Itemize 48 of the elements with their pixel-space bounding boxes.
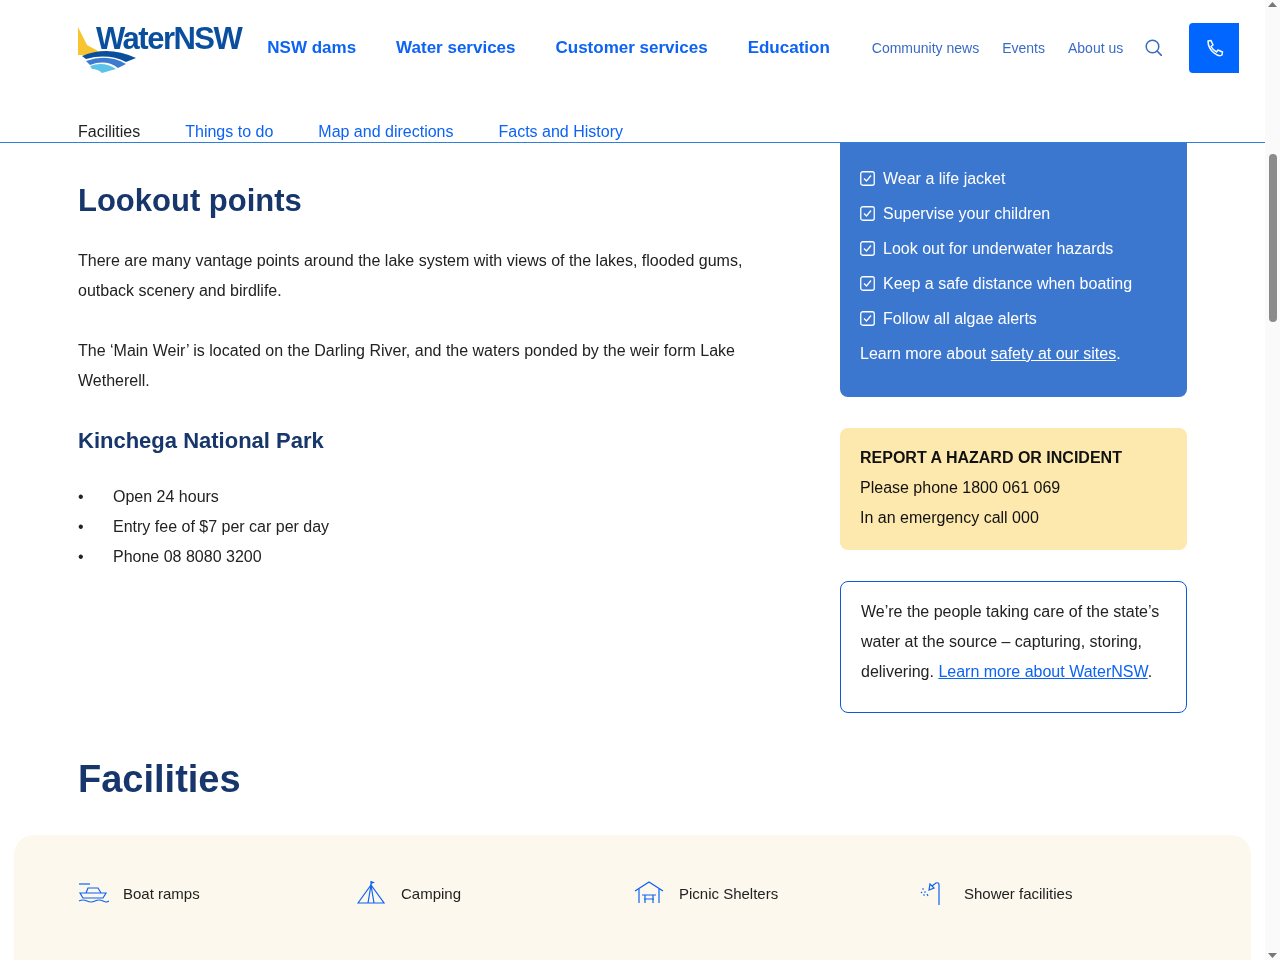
search-icon[interactable] <box>1145 39 1163 56</box>
nav-link[interactable]: NSW dams <box>267 37 357 58</box>
scrollbar-thumb[interactable] <box>1268 154 1277 322</box>
facility-label: Boat ramps <box>123 884 200 902</box>
logo[interactable]: WaterNSW <box>74 20 242 57</box>
safety-tip: Look out for underwater hazards <box>883 239 1114 258</box>
phone-icon <box>1204 38 1224 57</box>
section-heading: Lookout points <box>78 183 303 219</box>
safety-note: Learn more about safety at our sites. <box>860 344 1122 364</box>
bullet-mark: • <box>78 487 85 507</box>
tab[interactable]: Facilities <box>78 123 141 141</box>
tab[interactable]: Map and directions <box>318 123 454 141</box>
nav-link[interactable]: Education <box>747 37 830 58</box>
nav-link[interactable]: Events <box>1002 39 1045 56</box>
tent-icon <box>356 880 387 906</box>
list-item: Open 24 hours <box>113 487 219 507</box>
bullet-mark: • <box>78 517 85 537</box>
nav-link[interactable]: Community news <box>871 39 980 56</box>
nav-link[interactable]: About us <box>1068 39 1124 56</box>
tab[interactable]: Things to do <box>185 123 274 141</box>
boat-icon <box>78 880 109 906</box>
paragraph: There are many vantage points around the lake system with views of the lakes, flooded gums, outback scenery and birdlife. <box>78 251 744 301</box>
nav-link[interactable]: Water services <box>396 37 516 58</box>
scroll-down-icon <box>1265 951 1280 960</box>
list-item: Entry fee of $7 per car per day <box>113 517 330 537</box>
about-text: We’re the people taking care of the state’s water at the source – capturing, storing, delivering. Learn more about WaterNSW. <box>861 603 1160 680</box>
list-item: Phone 08 8080 3200 <box>113 547 262 567</box>
section-heading: Facilities <box>78 757 242 802</box>
about-link[interactable]: Learn more about WaterNSW <box>938 663 1148 680</box>
card-text: In an emergency call 000 <box>860 508 1040 528</box>
phone-button[interactable] <box>1189 22 1240 73</box>
safety-tip: Supervise your children <box>883 204 1051 223</box>
facility-label: Picnic Shelters <box>679 884 779 902</box>
card-title: REPORT A HAZARD OR INCIDENT <box>860 448 1123 468</box>
safety-tip: Follow all algae alerts <box>883 309 1037 328</box>
paragraph: The ‘Main Weir’ is located on the Darling River, and the waters ponded by the weir form Lake Wetherell. <box>78 341 736 391</box>
nav-link[interactable]: Customer services <box>555 37 708 58</box>
safety-tip: Keep a safe distance when boating <box>883 274 1133 293</box>
tab[interactable]: Facts and History <box>498 123 623 141</box>
facility-label: Shower facilities <box>964 884 1073 902</box>
bullet-mark: • <box>78 547 85 567</box>
card-text: Please phone 1800 061 069 <box>860 478 1062 498</box>
safety-link[interactable]: safety at our sites <box>990 345 1117 362</box>
safety-tip: Wear a life jacket <box>883 169 1006 188</box>
scroll-up-icon <box>1265 0 1280 9</box>
facility-label: Camping <box>401 884 462 902</box>
shelter-icon <box>634 880 665 906</box>
subheading: Kinchega National Park <box>78 427 325 455</box>
